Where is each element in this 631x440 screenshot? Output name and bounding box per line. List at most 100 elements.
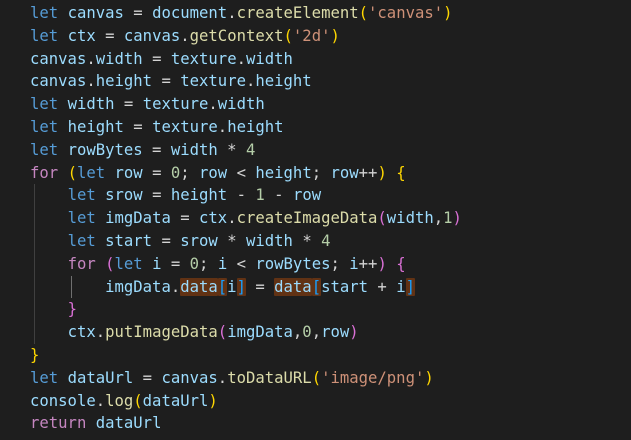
code-token: let [30, 4, 59, 22]
code-token: 4 [245, 140, 256, 159]
code-line[interactable]: imgData.data[i] = data[start + i] [30, 275, 462, 299]
code-token: = [142, 49, 171, 68]
code-token: let [30, 117, 59, 136]
code-token: imgData [227, 323, 293, 342]
code-line[interactable]: let dataUrl = canvas.toDataURL('image/pn… [30, 367, 462, 390]
code-token: ctx [67, 26, 96, 45]
indent-guide-active [71, 275, 72, 299]
code-line[interactable]: canvas.height = texture.height [30, 70, 462, 93]
code-token: dataUrl [95, 414, 162, 433]
code-token: getContext [189, 26, 284, 45]
code-token: ++ [358, 163, 378, 182]
code-line[interactable]: let height = texture.height [30, 116, 462, 139]
code-token: ; [330, 254, 350, 273]
code-token: let [76, 163, 106, 182]
code-token: canvas [30, 72, 87, 91]
code-token: ] [405, 277, 415, 296]
indent-guide [34, 298, 35, 322]
code-line[interactable]: let canvas = document.createElement('can… [30, 2, 462, 25]
code-token: let [30, 140, 59, 159]
code-line[interactable]: return dataUrl [30, 412, 462, 435]
code-token: . [227, 4, 237, 22]
code-token: ) [443, 4, 453, 22]
code-token: . [170, 277, 181, 296]
code-line[interactable]: let ctx = canvas.getContext('2d') [30, 25, 462, 48]
code-token: * [217, 140, 246, 159]
code-token: } [67, 300, 77, 319]
code-line[interactable]: for (let row = 0; row < height; row++) { [30, 162, 462, 185]
code-token: 1 [443, 209, 453, 228]
code-line[interactable]: console.log(dataUrl) [30, 390, 462, 413]
code-token: rowBytes [255, 254, 331, 273]
code-token: + [368, 277, 397, 296]
code-token: ) [208, 391, 218, 410]
code-token: ) [452, 209, 462, 228]
code-token: height [67, 117, 124, 136]
code-token: < [227, 254, 256, 273]
code-token: , [292, 323, 303, 342]
code-token: . [208, 95, 218, 114]
code-token: - [227, 186, 256, 205]
code-line[interactable]: canvas.width = texture.width [30, 48, 462, 71]
code-token: = [152, 231, 181, 250]
code-token: . [180, 26, 190, 45]
code-token: row [199, 163, 228, 182]
code-token: ctx [199, 209, 228, 228]
code-token: i [227, 277, 237, 296]
code-line[interactable]: let start = srow * width * 4 [30, 229, 462, 253]
indent-guide [34, 252, 35, 276]
code-token: 0 [170, 163, 181, 182]
code-token: . [217, 117, 228, 136]
code-token: texture [142, 95, 209, 114]
code-line[interactable]: for (let i = 0; i < rowBytes; i++) { [30, 252, 462, 276]
code-line[interactable]: let rowBytes = width * 4 [30, 139, 462, 162]
code-token: ( [311, 368, 322, 387]
code-token: 'image/png' [321, 368, 425, 387]
code-token: height [227, 117, 284, 136]
code-line[interactable]: let srow = height - 1 - row [30, 184, 462, 208]
code-token: width [245, 49, 293, 68]
code-area[interactable]: let canvas = document.createElement('can… [30, 2, 462, 435]
code-token: ) [377, 163, 387, 182]
code-token: ( [283, 26, 293, 45]
code-line[interactable]: let imgData = ctx.createImageData(width,… [30, 207, 462, 230]
code-line[interactable]: } [30, 298, 462, 322]
code-line[interactable]: } [30, 344, 462, 367]
code-token: let [67, 209, 96, 228]
code-token: 1 [255, 186, 265, 205]
code-token: putImageData [105, 323, 218, 342]
code-token: = [161, 254, 190, 273]
code-token: height [255, 72, 312, 91]
code-line[interactable]: let width = texture.width [30, 93, 462, 116]
code-token: canvas [30, 49, 87, 68]
code-token: ; [180, 163, 200, 182]
code-token: ; [311, 163, 331, 182]
code-token: height [170, 186, 228, 205]
code-token: '2d' [292, 26, 331, 45]
code-token: = [142, 140, 171, 159]
indent-guide [34, 275, 35, 299]
code-editor[interactable]: let canvas = document.createElement('can… [0, 0, 631, 440]
code-token: height [255, 163, 312, 182]
code-line[interactable]: ctx.putImageData(imgData,0,row) [30, 321, 462, 344]
code-token: . [86, 72, 96, 91]
code-token: = [123, 117, 153, 136]
code-token: . [245, 72, 256, 91]
code-token: ) [377, 254, 387, 273]
code-token: = [152, 72, 181, 91]
code-token: = [142, 186, 171, 205]
code-token: ( [377, 209, 387, 228]
